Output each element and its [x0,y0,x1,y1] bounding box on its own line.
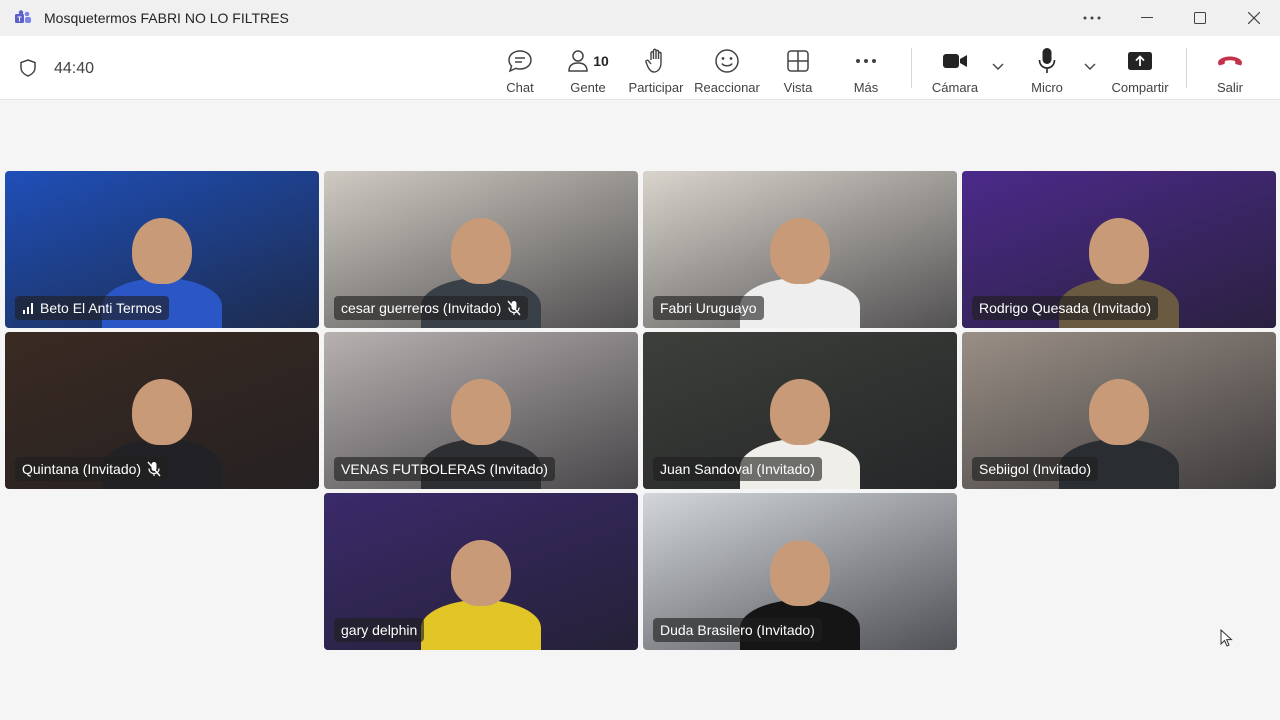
more-button[interactable]: Más [846,36,886,100]
participant-tile[interactable]: Duda Brasilero (Invitado) [643,493,957,650]
mic-off-icon [147,461,161,477]
mic-label: Micro [1031,80,1063,95]
participant-nameplate: Fabri Uruguayo [653,296,764,320]
raise-hand-icon [645,48,662,73]
mic-off-icon [507,300,521,316]
react-button[interactable]: Reaccionar [694,36,760,100]
more-options-button[interactable] [1066,0,1118,36]
camera-options-chevron-down-icon[interactable] [990,58,1006,74]
raise-hand-label: Participar [628,80,684,95]
meeting-toolbar: 44:40 Chat 10 Gente Participar Reacciona… [0,36,1280,100]
participant-tile[interactable]: VENAS FUTBOLERAS (Invitado) [324,332,638,489]
teams-icon: T [15,10,31,24]
mic-options-chevron-down-icon[interactable] [1082,58,1098,74]
react-label: Reaccionar [694,80,760,95]
title-bar: T Mosquetermos FABRI NO LO FILTRES [0,0,1280,36]
participant-tile[interactable]: Sebiigol (Invitado) [962,332,1276,489]
participant-name: VENAS FUTBOLERAS (Invitado) [341,461,548,477]
leave-button[interactable]: Salir [1208,36,1252,100]
participant-tile[interactable]: cesar guerreros (Invitado) [324,171,638,328]
camera-icon [943,54,967,68]
participant-nameplate: Rodrigo Quesada (Invitado) [972,296,1158,320]
participant-nameplate: Quintana (Invitado) [15,457,169,481]
meeting-timer: 44:40 [54,60,95,77]
people-label: Gente [570,80,606,95]
grid-view-icon [787,50,809,72]
microphone-icon [1038,48,1056,73]
maximize-button[interactable] [1174,0,1226,36]
camera-label: Cámara [931,80,979,95]
participant-name: Juan Sandoval (Invitado) [660,461,815,477]
participant-name: Beto El Anti Termos [40,300,162,316]
window-title: Mosquetermos FABRI NO LO FILTRES [44,10,289,26]
participant-video-figure [740,218,860,328]
participant-video-figure [421,540,541,650]
participant-nameplate: Beto El Anti Termos [15,296,169,320]
close-button[interactable] [1228,0,1280,36]
minimize-button[interactable] [1121,0,1173,36]
share-label: Compartir [1111,80,1169,95]
participant-nameplate: Duda Brasilero (Invitado) [653,618,822,642]
mouse-cursor-icon [1220,629,1233,647]
close-icon [1248,12,1260,24]
toolbar-divider [1186,48,1187,88]
participant-tile[interactable]: Fabri Uruguayo [643,171,957,328]
people-button[interactable]: 10 Gente [562,36,614,100]
participant-name: cesar guerreros (Invitado) [341,300,502,316]
leave-label: Salir [1216,80,1243,95]
raise-hand-button[interactable]: Participar [626,36,686,100]
participant-nameplate: Sebiigol (Invitado) [972,457,1099,481]
toolbar-divider [911,48,912,88]
participant-nameplate: VENAS FUTBOLERAS (Invitado) [334,457,555,481]
people-count: 10 [593,53,609,69]
participant-tile[interactable]: Juan Sandoval (Invitado) [643,332,957,489]
svg-text:T: T [17,17,22,24]
more-dots-icon [856,59,876,63]
participant-tile[interactable]: Quintana (Invitado) [5,332,319,489]
participant-name: Duda Brasilero (Invitado) [660,622,815,638]
signal-strength-icon [23,303,33,314]
share-screen-icon [1128,52,1152,70]
more-horizontal-icon [1083,16,1101,20]
view-button[interactable]: Vista [778,36,818,100]
participant-nameplate: gary delphin [334,618,425,642]
chat-button[interactable]: Chat [500,36,540,100]
participant-name: Fabri Uruguayo [660,300,757,316]
participant-tile[interactable]: Beto El Anti Termos [5,171,319,328]
participant-name: Sebiigol (Invitado) [979,461,1092,477]
participant-nameplate: Juan Sandoval (Invitado) [653,457,822,481]
emoji-icon [715,49,739,73]
participant-name: Quintana (Invitado) [22,461,142,477]
view-label: Vista [783,80,813,95]
hang-up-icon [1218,56,1242,66]
participant-name: gary delphin [341,622,418,638]
shield-icon [20,59,36,77]
more-label: Más [853,80,879,95]
chat-label: Chat [506,80,534,95]
minimize-icon [1141,17,1153,18]
share-button[interactable]: Compartir [1108,36,1172,100]
people-icon [568,50,588,72]
participant-tile[interactable]: gary delphin [324,493,638,650]
participant-tile[interactable]: Rodrigo Quesada (Invitado) [962,171,1276,328]
participant-name: Rodrigo Quesada (Invitado) [979,300,1151,316]
mic-button[interactable]: Micro [1026,36,1068,100]
participant-nameplate: cesar guerreros (Invitado) [334,296,529,320]
maximize-icon [1194,12,1206,24]
camera-button[interactable]: Cámara [928,36,982,100]
chat-icon [508,50,532,73]
